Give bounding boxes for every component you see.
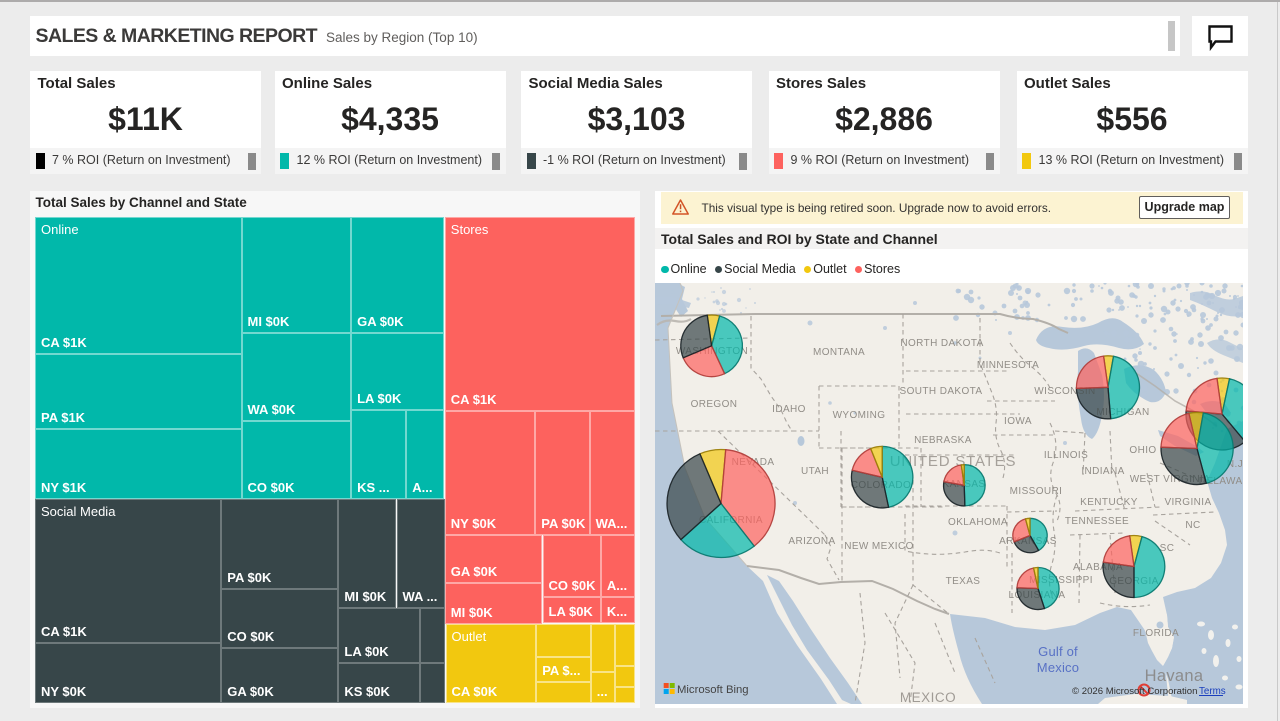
svg-text:MEXICO: MEXICO — [900, 690, 956, 704]
svg-text:FLORIDA: FLORIDA — [1133, 628, 1179, 639]
svg-text:OREGON: OREGON — [691, 399, 738, 410]
svg-text:WYOMING: WYOMING — [833, 410, 886, 421]
svg-text:ILLINOIS: ILLINOIS — [1044, 450, 1088, 461]
svg-text:TEXAS: TEXAS — [946, 576, 981, 587]
svg-text:NEW MEXICO: NEW MEXICO — [844, 541, 914, 552]
svg-text:MINNESOTA: MINNESOTA — [977, 360, 1039, 371]
svg-text:NC: NC — [1185, 520, 1200, 531]
svg-text:Microsoft Bing: Microsoft Bing — [677, 684, 749, 696]
svg-text:IDAHO: IDAHO — [772, 404, 806, 415]
svg-text:TENNESSEE: TENNESSEE — [1065, 516, 1129, 527]
svg-text:UTAH: UTAH — [801, 466, 829, 477]
svg-text:MISSOURI: MISSOURI — [1010, 486, 1063, 497]
svg-text:KENTUCKY: KENTUCKY — [1080, 497, 1138, 508]
svg-text:IOWA: IOWA — [1004, 416, 1032, 427]
svg-text:Havana: Havana — [1145, 667, 1204, 685]
svg-text:Mexico: Mexico — [1037, 660, 1079, 675]
svg-text:INDIANA: INDIANA — [1081, 466, 1124, 477]
svg-text:MONTANA: MONTANA — [813, 347, 865, 358]
svg-text:© 2026 Microsoft Corporation: © 2026 Microsoft Corporation — [1072, 686, 1197, 697]
svg-text:Gulf of: Gulf of — [1038, 644, 1078, 659]
svg-text:SOUTH DAKOTA: SOUTH DAKOTA — [900, 386, 983, 397]
svg-text:ARIZONA: ARIZONA — [788, 536, 835, 547]
svg-text:OHIO: OHIO — [1129, 445, 1156, 456]
svg-text:OKLAHOMA: OKLAHOMA — [948, 517, 1008, 528]
svg-text:VIRGINIA: VIRGINIA — [1164, 497, 1211, 508]
svg-text:NEBRASKA: NEBRASKA — [914, 435, 972, 446]
svg-text:NORTH DAKOTA: NORTH DAKOTA — [900, 338, 983, 349]
